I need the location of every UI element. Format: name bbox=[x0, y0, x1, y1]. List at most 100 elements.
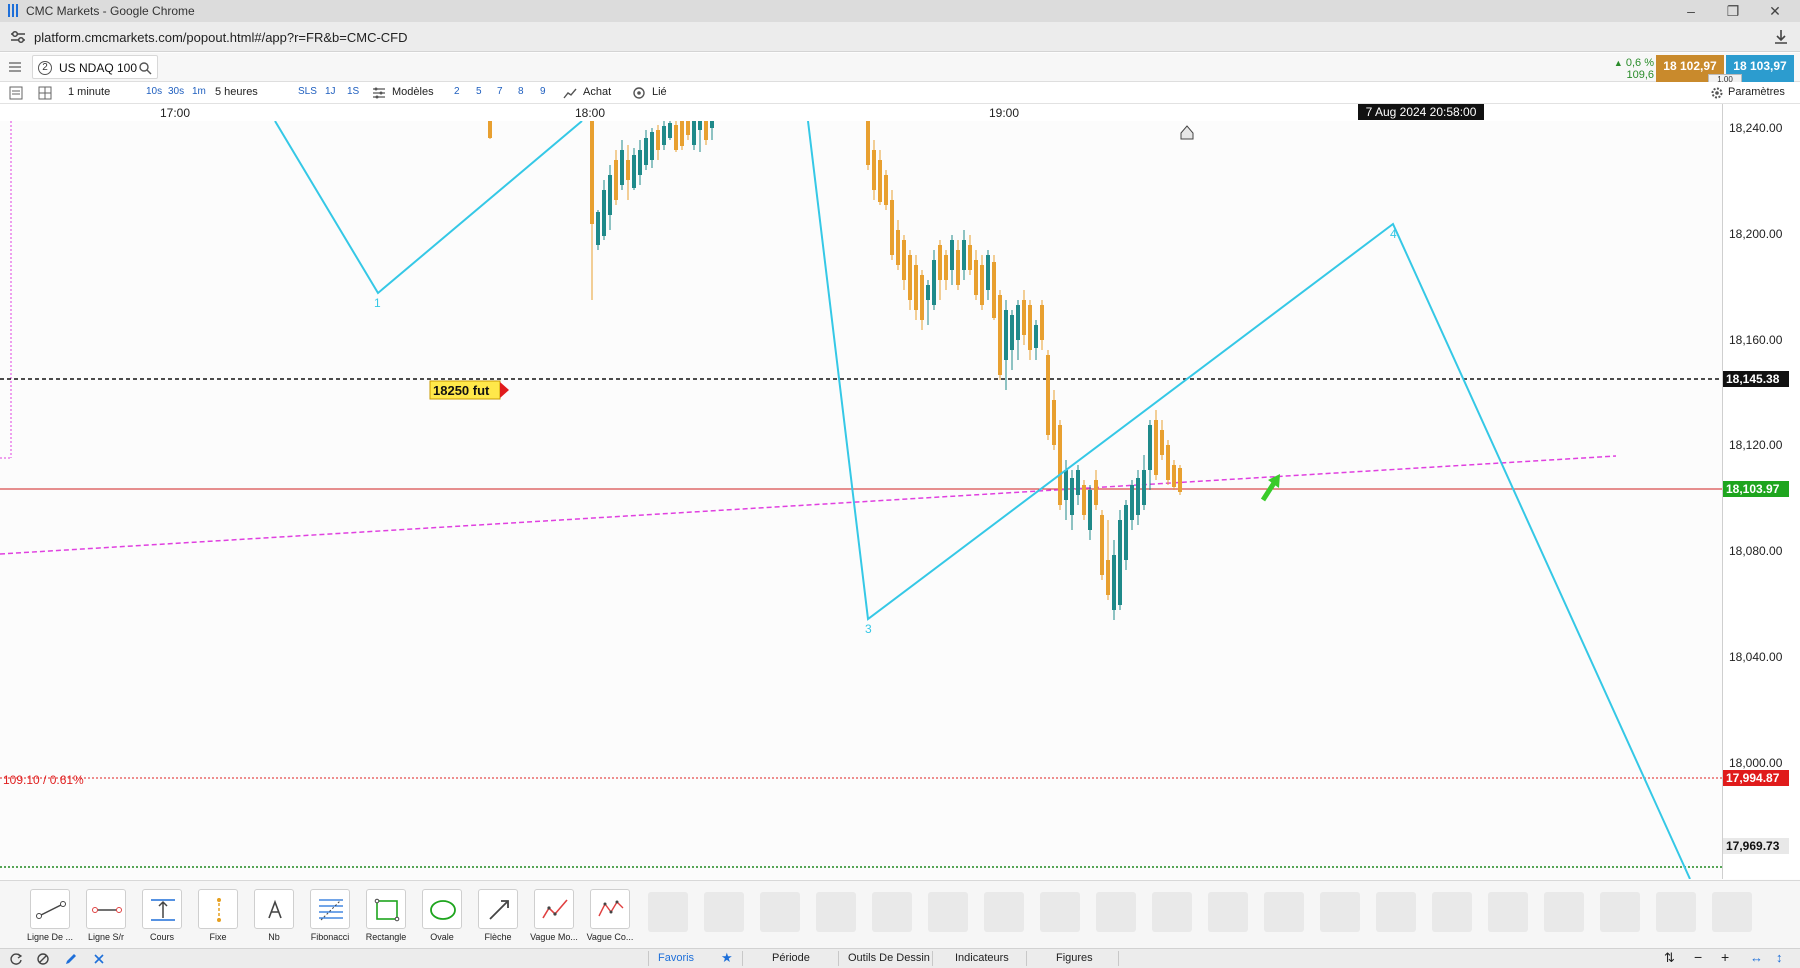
chart-canvas[interactable]: 1 3 4 18250 fut 109.10 / 0.61% bbox=[0, 121, 1722, 879]
template-5[interactable]: 5 bbox=[476, 86, 482, 97]
list-icon[interactable] bbox=[9, 86, 23, 100]
empty-tool-slot[interactable] bbox=[1656, 892, 1696, 932]
tab-drawing-tools[interactable]: Outils De Dessin bbox=[848, 952, 930, 964]
link-icon[interactable] bbox=[632, 86, 646, 100]
url-text[interactable]: platform.cmcmarkets.com/popout.html#/app… bbox=[34, 30, 408, 45]
trend-line[interactable] bbox=[0, 455, 1617, 555]
empty-tool-slot[interactable] bbox=[928, 892, 968, 932]
tab-figures[interactable]: Figures bbox=[1056, 952, 1093, 964]
candle-body bbox=[1100, 515, 1104, 575]
star-icon[interactable]: ★ bbox=[721, 950, 733, 966]
tool-wave-mo[interactable]: Vague Mo... bbox=[528, 889, 580, 942]
zoom-out-icon[interactable]: − bbox=[1694, 949, 1702, 965]
templates-button[interactable]: Modèles bbox=[392, 86, 434, 98]
candle-body bbox=[1088, 490, 1092, 530]
site-settings-icon[interactable] bbox=[10, 30, 26, 44]
candle-body bbox=[1040, 305, 1044, 340]
range-1j[interactable]: 1J bbox=[325, 86, 336, 97]
home-marker-icon[interactable] bbox=[1180, 125, 1194, 140]
window-title: CMC Markets - Google Chrome bbox=[26, 4, 195, 18]
tool-line-sr[interactable]: Ligne S/r bbox=[80, 889, 132, 942]
empty-tool-slot[interactable] bbox=[760, 892, 800, 932]
tab-period[interactable]: Période bbox=[772, 952, 810, 964]
tool-fibonacci[interactable]: Fibonacci bbox=[304, 889, 356, 942]
zoom-in-icon[interactable]: + bbox=[1721, 949, 1729, 965]
settings-button[interactable]: Paramètres bbox=[1728, 86, 1785, 98]
tool-arrow[interactable]: Flèche bbox=[472, 889, 524, 942]
tool-label: Rectangle bbox=[365, 932, 407, 942]
clear-icon[interactable] bbox=[36, 952, 50, 966]
gear-icon[interactable] bbox=[1710, 86, 1724, 100]
interval-1m[interactable]: 1m bbox=[192, 86, 206, 97]
wave-line-segment[interactable] bbox=[807, 121, 1691, 879]
empty-tool-slot[interactable] bbox=[816, 892, 856, 932]
layout-icon[interactable] bbox=[38, 86, 52, 100]
tab-favorites[interactable]: Favoris bbox=[658, 952, 694, 964]
range-select[interactable]: 5 heures bbox=[215, 86, 258, 98]
candle-body bbox=[932, 260, 936, 305]
tool-fixed[interactable]: Fixe bbox=[192, 889, 244, 942]
wave-line-segment[interactable] bbox=[274, 121, 583, 295]
tool-rectangle[interactable]: Rectangle bbox=[360, 889, 412, 942]
interval-select[interactable]: 1 minute bbox=[68, 86, 110, 98]
menu-icon[interactable] bbox=[8, 61, 22, 73]
candle-body bbox=[1166, 445, 1170, 480]
tab-indicators[interactable]: Indicateurs bbox=[955, 952, 1009, 964]
buy-button-toolbar[interactable]: Achat bbox=[583, 86, 611, 98]
empty-tool-slot[interactable] bbox=[1152, 892, 1192, 932]
expand-icon[interactable]: ↕ bbox=[1776, 950, 1783, 965]
fit-icon[interactable]: ⇅ bbox=[1664, 950, 1675, 966]
price-level: 18,160.00 bbox=[1729, 333, 1783, 347]
empty-tool-slot[interactable] bbox=[704, 892, 744, 932]
template-7[interactable]: 7 bbox=[497, 86, 503, 97]
candle-body bbox=[638, 150, 642, 175]
price-axis[interactable]: 18,240.00 18,200.00 18,160.00 18,120.00 … bbox=[1722, 104, 1800, 879]
empty-tool-slot[interactable] bbox=[1488, 892, 1528, 932]
tool-line-draw[interactable]: Ligne De ... bbox=[24, 889, 76, 942]
minimize-button[interactable]: – bbox=[1676, 1, 1706, 21]
empty-tool-slot[interactable] bbox=[1600, 892, 1640, 932]
download-icon[interactable] bbox=[1772, 28, 1790, 46]
tool-price[interactable]: Cours bbox=[136, 889, 188, 942]
empty-tool-slot[interactable] bbox=[1712, 892, 1752, 932]
pencil-icon[interactable] bbox=[64, 952, 78, 966]
empty-tool-slot[interactable] bbox=[1376, 892, 1416, 932]
candle-body bbox=[986, 255, 990, 290]
template-9[interactable]: 9 bbox=[540, 86, 546, 97]
candle-body bbox=[866, 121, 870, 165]
price-chart[interactable]: 1 3 4 18250 fut 109.10 / 0.61% bbox=[0, 121, 1722, 879]
close-button[interactable]: ✕ bbox=[1760, 1, 1790, 21]
template-8[interactable]: 8 bbox=[518, 86, 524, 97]
empty-tool-slot[interactable] bbox=[984, 892, 1024, 932]
refresh-icon[interactable] bbox=[9, 952, 23, 966]
empty-tool-slot[interactable] bbox=[1264, 892, 1304, 932]
price-level: 18,040.00 bbox=[1729, 650, 1783, 664]
empty-tool-slot[interactable] bbox=[1040, 892, 1080, 932]
empty-tool-slot[interactable] bbox=[1544, 892, 1584, 932]
candle-body bbox=[1142, 470, 1146, 505]
tool-oval[interactable]: Ovale bbox=[416, 889, 468, 942]
level-label-18250[interactable]: 18250 fut bbox=[429, 380, 509, 400]
tool-wave-co[interactable]: Vague Co... bbox=[584, 889, 636, 942]
interval-30s[interactable]: 30s bbox=[168, 86, 184, 97]
magnet-icon[interactable] bbox=[92, 952, 106, 966]
search-icon[interactable] bbox=[138, 61, 152, 75]
empty-tool-slot[interactable] bbox=[872, 892, 912, 932]
empty-tool-slot[interactable] bbox=[1096, 892, 1136, 932]
link-button[interactable]: Lié bbox=[652, 86, 667, 98]
crosshair-icon[interactable]: ↔ bbox=[1750, 950, 1763, 965]
range-sls[interactable]: SLS bbox=[298, 86, 317, 97]
price-tag-red: 17,994.87 bbox=[1723, 770, 1789, 786]
empty-tool-slot[interactable] bbox=[1320, 892, 1360, 932]
empty-tool-slot[interactable] bbox=[648, 892, 688, 932]
buy-chart-icon[interactable] bbox=[563, 86, 577, 100]
interval-10s[interactable]: 10s bbox=[146, 86, 162, 97]
empty-tool-slot[interactable] bbox=[1432, 892, 1472, 932]
empty-tool-slot[interactable] bbox=[1208, 892, 1248, 932]
instrument-tab[interactable]: 2 US NDAQ 100 bbox=[32, 55, 158, 79]
range-1s[interactable]: 1S bbox=[347, 86, 359, 97]
templates-icon[interactable] bbox=[372, 86, 386, 100]
restore-button[interactable]: ❐ bbox=[1718, 1, 1748, 21]
template-2[interactable]: 2 bbox=[454, 86, 460, 97]
tool-text[interactable]: Nb bbox=[248, 889, 300, 942]
